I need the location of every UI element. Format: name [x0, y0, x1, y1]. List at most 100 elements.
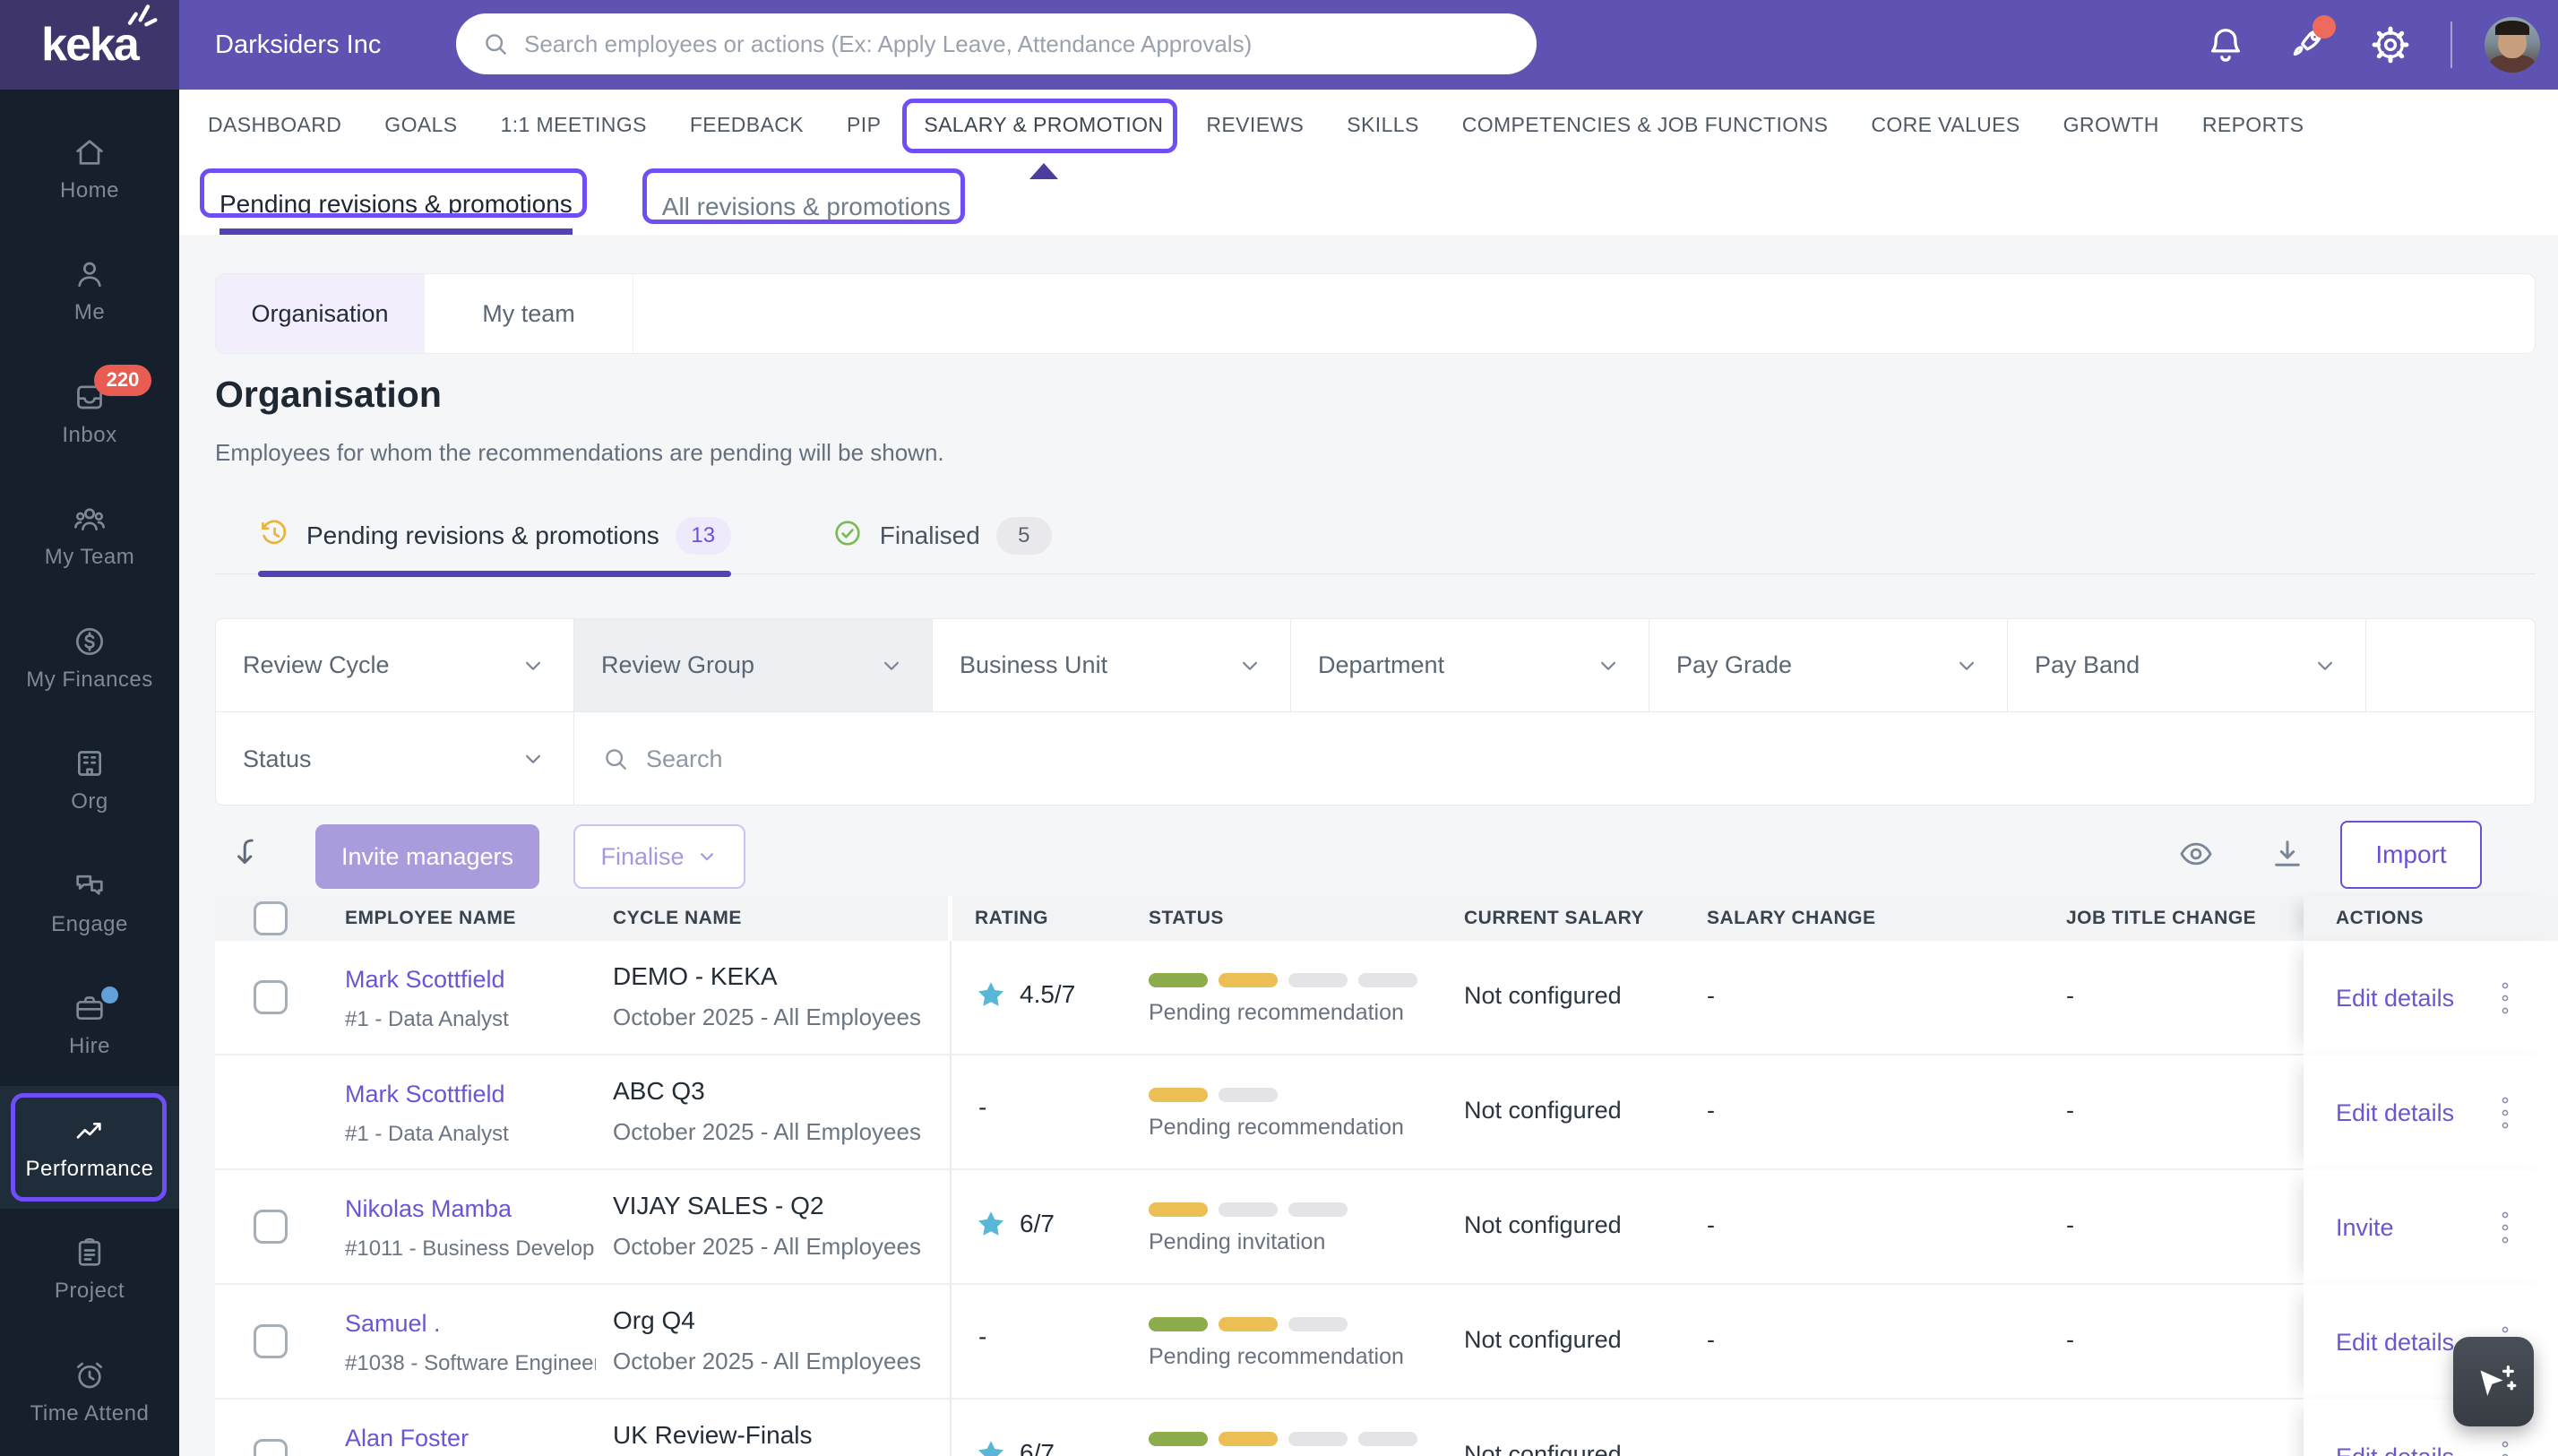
status-tab-pending-revisions-promotions[interactable]: Pending revisions & promotions 13 [258, 497, 731, 577]
salary-change-cell: - [1707, 1326, 1715, 1353]
row-checkbox[interactable] [254, 1324, 288, 1358]
nav-tab-dashboard[interactable]: DASHBOARD [208, 113, 341, 137]
company-name[interactable]: Darksiders Inc [215, 0, 381, 90]
invite-managers-button[interactable]: Invite managers [315, 824, 539, 889]
job-title-change-cell: - [2066, 1211, 2074, 1238]
actions-cell: Edit details [2304, 1055, 2558, 1170]
sidebar-item-me[interactable]: Me [0, 230, 179, 353]
topbar-divider [2450, 22, 2452, 68]
sidebar-item-org[interactable]: Org [0, 719, 179, 842]
user-avatar[interactable] [2485, 17, 2540, 73]
kebab-menu-icon[interactable] [2492, 978, 2519, 1018]
search-placeholder: Search employees or actions (Ex: Apply L… [524, 30, 1253, 57]
sidebar-item-my-team[interactable]: My Team [0, 475, 179, 598]
employee-name-link[interactable]: Mark Scottfield [345, 1081, 505, 1108]
filter-department[interactable]: Department [1291, 619, 1649, 711]
finalise-button[interactable]: Finalise [573, 824, 745, 889]
download-icon[interactable] [2269, 835, 2306, 873]
status-tab-finalised[interactable]: Finalised 5 [831, 497, 1052, 573]
nav-tab-competencies-job-functions[interactable]: COMPETENCIES & JOB FUNCTIONS [1462, 113, 1829, 137]
subtab-all-revisions-promotions[interactable]: All revisions & promotions [642, 168, 966, 235]
frozen-column-divider [950, 1285, 952, 1400]
row-checkbox[interactable] [254, 1210, 288, 1244]
cycle-name: UK Review-Finals [613, 1421, 813, 1449]
toggle-my-team[interactable]: My team [425, 274, 633, 353]
search-icon [606, 749, 626, 770]
select-all-checkbox[interactable] [254, 901, 288, 935]
row-action-link[interactable]: Invite [2336, 1214, 2394, 1242]
sort-icon[interactable] [228, 833, 266, 871]
hire-icon [72, 986, 118, 1026]
nav-tab-growth[interactable]: GROWTH [2063, 113, 2159, 137]
row-checkbox[interactable] [254, 1439, 288, 1456]
nav-tab-pip[interactable]: PIP [847, 113, 881, 137]
kebab-menu-icon[interactable] [2492, 1093, 2519, 1133]
status-filter-dropdown[interactable]: Status [216, 712, 574, 806]
global-search-input[interactable]: Search employees or actions (Ex: Apply L… [456, 13, 1537, 74]
row-action-link[interactable]: Edit details [2336, 1099, 2454, 1127]
toggle-organisation[interactable]: Organisation [216, 274, 425, 353]
sidebar-item-home[interactable]: Home [0, 108, 179, 230]
job-title-change-cell: - [2066, 1097, 2074, 1124]
kebab-menu-icon[interactable] [2492, 1437, 2519, 1456]
kebab-menu-icon[interactable] [2492, 1208, 2519, 1247]
notifications-bell-icon[interactable] [2203, 22, 2248, 67]
nav-tab-skills[interactable]: SKILLS [1347, 113, 1418, 137]
frozen-column-divider [950, 1055, 952, 1170]
sidebar-item-hire[interactable]: Hire [0, 964, 179, 1087]
status-tab-label: Finalised [879, 521, 980, 549]
sidebar-item-label: Engage [51, 911, 128, 936]
sidebar-item-my-finances[interactable]: My Finances [0, 597, 179, 719]
filter-empty-cell [2366, 619, 2535, 711]
column-visibility-eye-icon[interactable] [2177, 835, 2215, 873]
nav-tab-reports[interactable]: REPORTS [2202, 113, 2304, 137]
sidebar-item-performance[interactable]: Performance [0, 1086, 179, 1209]
filter-business-unit[interactable]: Business Unit [933, 619, 1291, 711]
me-icon [72, 256, 108, 292]
nav-tab-feedback[interactable]: FEEDBACK [690, 113, 804, 137]
nav-tab-core-values[interactable]: CORE VALUES [1871, 113, 2020, 137]
table-toolbar: Invite managers Finalise Import [215, 814, 2558, 899]
sidebar-item-time-attend[interactable]: Time Attend [0, 1331, 179, 1453]
sidebar-item-project[interactable]: Project [0, 1209, 179, 1331]
whats-new-rocket-icon[interactable] [2286, 15, 2336, 67]
home-icon [72, 134, 108, 170]
chevron-down-icon [1236, 652, 1263, 679]
sidebar-item-engage[interactable]: Engage [0, 841, 179, 964]
filter-pay-band[interactable]: Pay Band [2008, 619, 2366, 711]
nav-tab-1-1-meetings[interactable]: 1:1 MEETINGS [501, 113, 647, 137]
nav-tab-goals[interactable]: GOALS [384, 113, 457, 137]
keka-logo[interactable]: keka [0, 0, 179, 90]
row-checkbox[interactable] [254, 980, 288, 1014]
chevron-down-icon [1953, 652, 1980, 679]
settings-gear-icon[interactable] [2368, 22, 2413, 67]
hire-notification-dot [101, 986, 118, 1004]
import-button[interactable]: Import [2340, 821, 2482, 889]
filter-review-cycle[interactable]: Review Cycle [216, 619, 574, 711]
filter-review-group[interactable]: Review Group [574, 619, 933, 711]
engage-icon [72, 868, 108, 904]
project-icon [72, 1235, 108, 1271]
performance-nav-tabs: DASHBOARD GOALS 1:1 MEETINGS FEEDBACK PIP SAL… [208, 99, 2304, 179]
ai-assist-cursor-button[interactable] [2453, 1337, 2534, 1426]
row-action-link[interactable]: Edit details [2336, 1329, 2454, 1357]
subtab-pending-revisions-promotions[interactable]: Pending revisions & promotions [200, 168, 587, 235]
filter-pay-grade[interactable]: Pay Grade [1649, 619, 2008, 711]
sidebar-item-inbox[interactable]: 220 Inbox [0, 352, 179, 475]
row-action-link[interactable]: Edit details [2336, 1443, 2454, 1456]
employee-name-link[interactable]: Nikolas Mamba [345, 1195, 512, 1223]
frozen-column-divider [950, 941, 952, 1055]
cycle-period: October 2025 - All Employees [613, 1118, 921, 1145]
sidebar: Home Me 220 Inbox My Team My Finances Org Engag… [0, 90, 179, 1456]
employee-name-link[interactable]: Mark Scottfield [345, 966, 505, 994]
actions-cell: Invite [2304, 1170, 2558, 1285]
nav-tab-salary-promotion[interactable]: SALARY & PROMOTION [902, 99, 1178, 179]
row-action-link[interactable]: Edit details [2336, 985, 2454, 1012]
nav-tab-reviews[interactable]: REVIEWS [1206, 113, 1304, 137]
rating-cell: 6/7 [975, 1208, 1055, 1240]
employee-name-link[interactable]: Alan Foster [345, 1425, 469, 1452]
star-icon [975, 1208, 1007, 1240]
employee-name-link[interactable]: Samuel . [345, 1310, 441, 1338]
table-search-input[interactable]: Search [574, 712, 2535, 806]
column-header-salary-change: SALARY CHANGE [1707, 908, 1876, 928]
